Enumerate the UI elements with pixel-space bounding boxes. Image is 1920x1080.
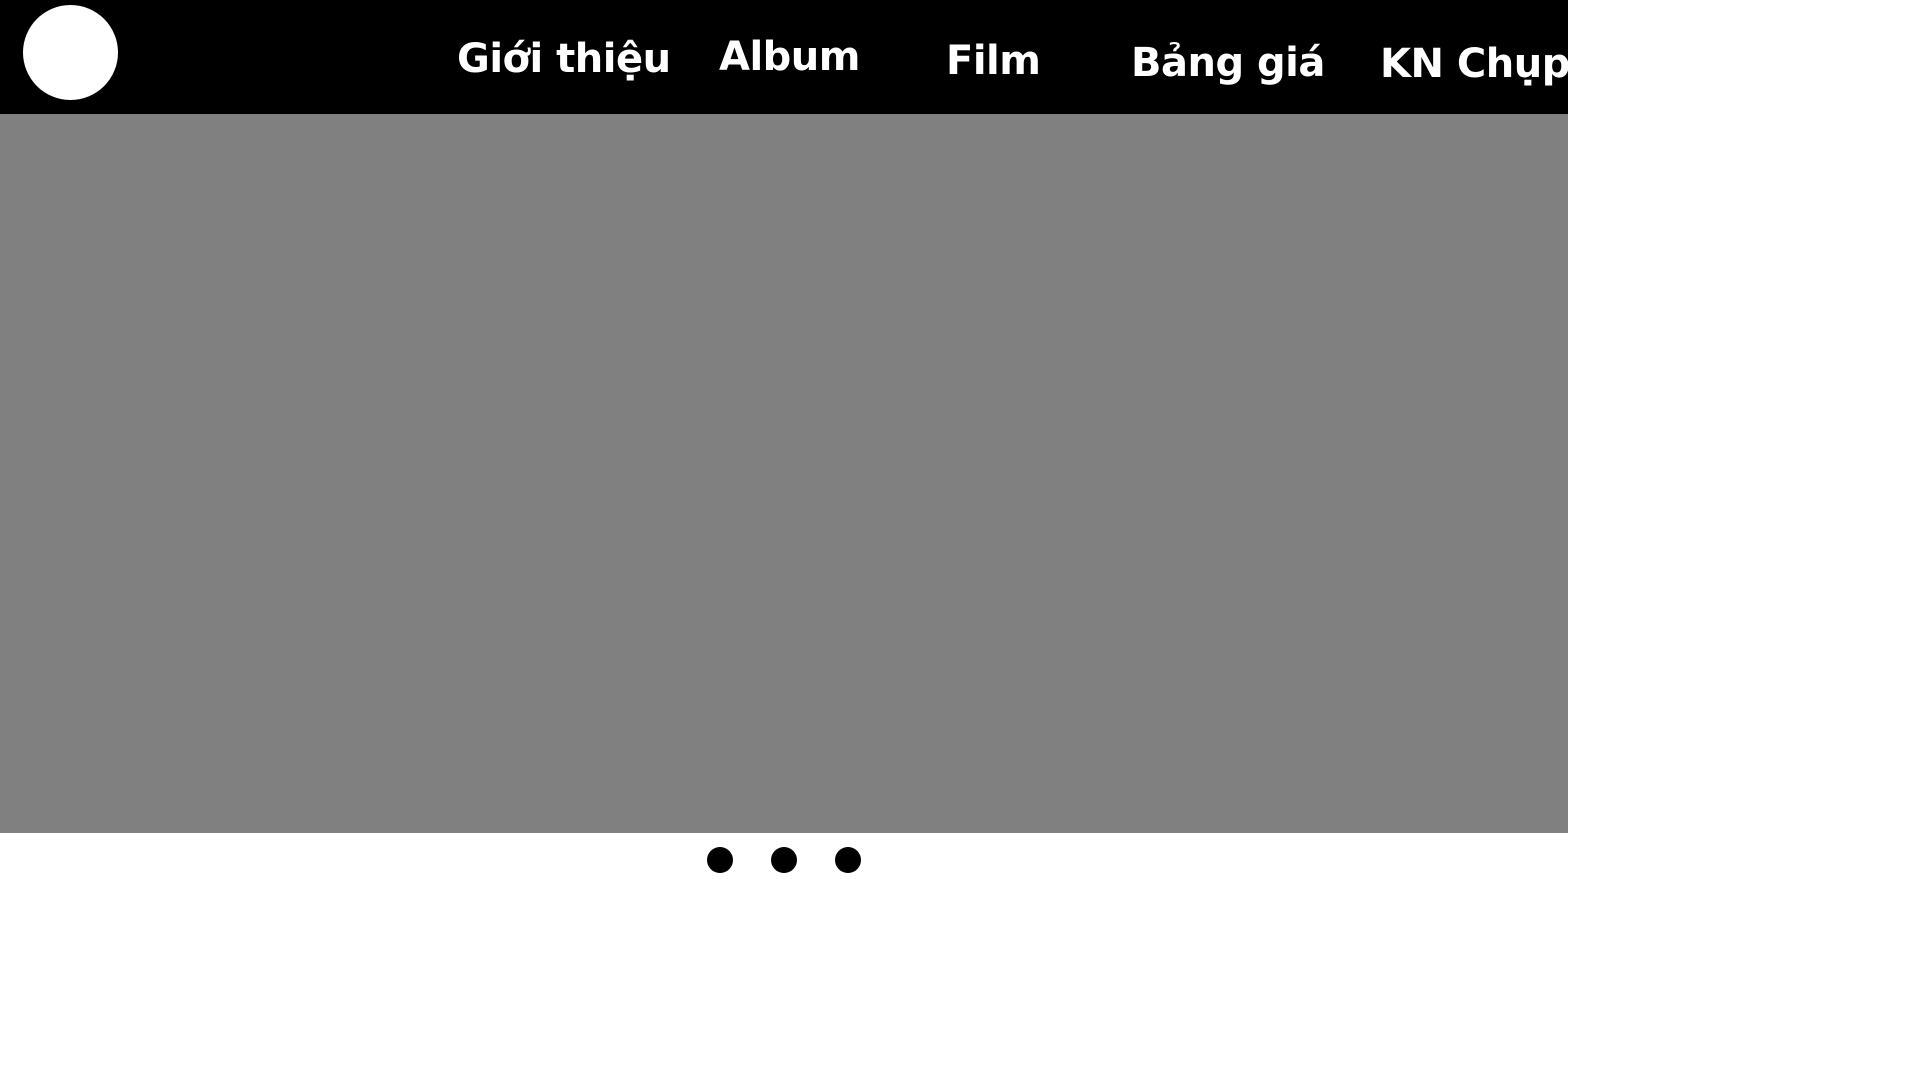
logo-circle[interactable] — [23, 5, 118, 100]
carousel-dot-1[interactable] — [707, 847, 733, 873]
carousel-dot-3[interactable] — [835, 847, 861, 873]
nav-item-kn-chup[interactable]: KN Chụp — [1380, 44, 1570, 84]
carousel-dot-2[interactable] — [771, 847, 797, 873]
top-navbar: Giới thiệu Album Film Bảng giá KN Chụp — [0, 0, 1570, 114]
hero-banner[interactable] — [0, 114, 1568, 833]
nav-item-gioi-thieu[interactable]: Giới thiệu — [457, 39, 671, 79]
page: Giới thiệu Album Film Bảng giá KN Chụp — [0, 0, 1570, 882]
nav-item-album[interactable]: Album — [719, 37, 860, 77]
nav-item-bang-gia[interactable]: Bảng giá — [1131, 43, 1325, 83]
nav-item-film[interactable]: Film — [946, 41, 1041, 81]
carousel-indicators — [0, 833, 1568, 882]
